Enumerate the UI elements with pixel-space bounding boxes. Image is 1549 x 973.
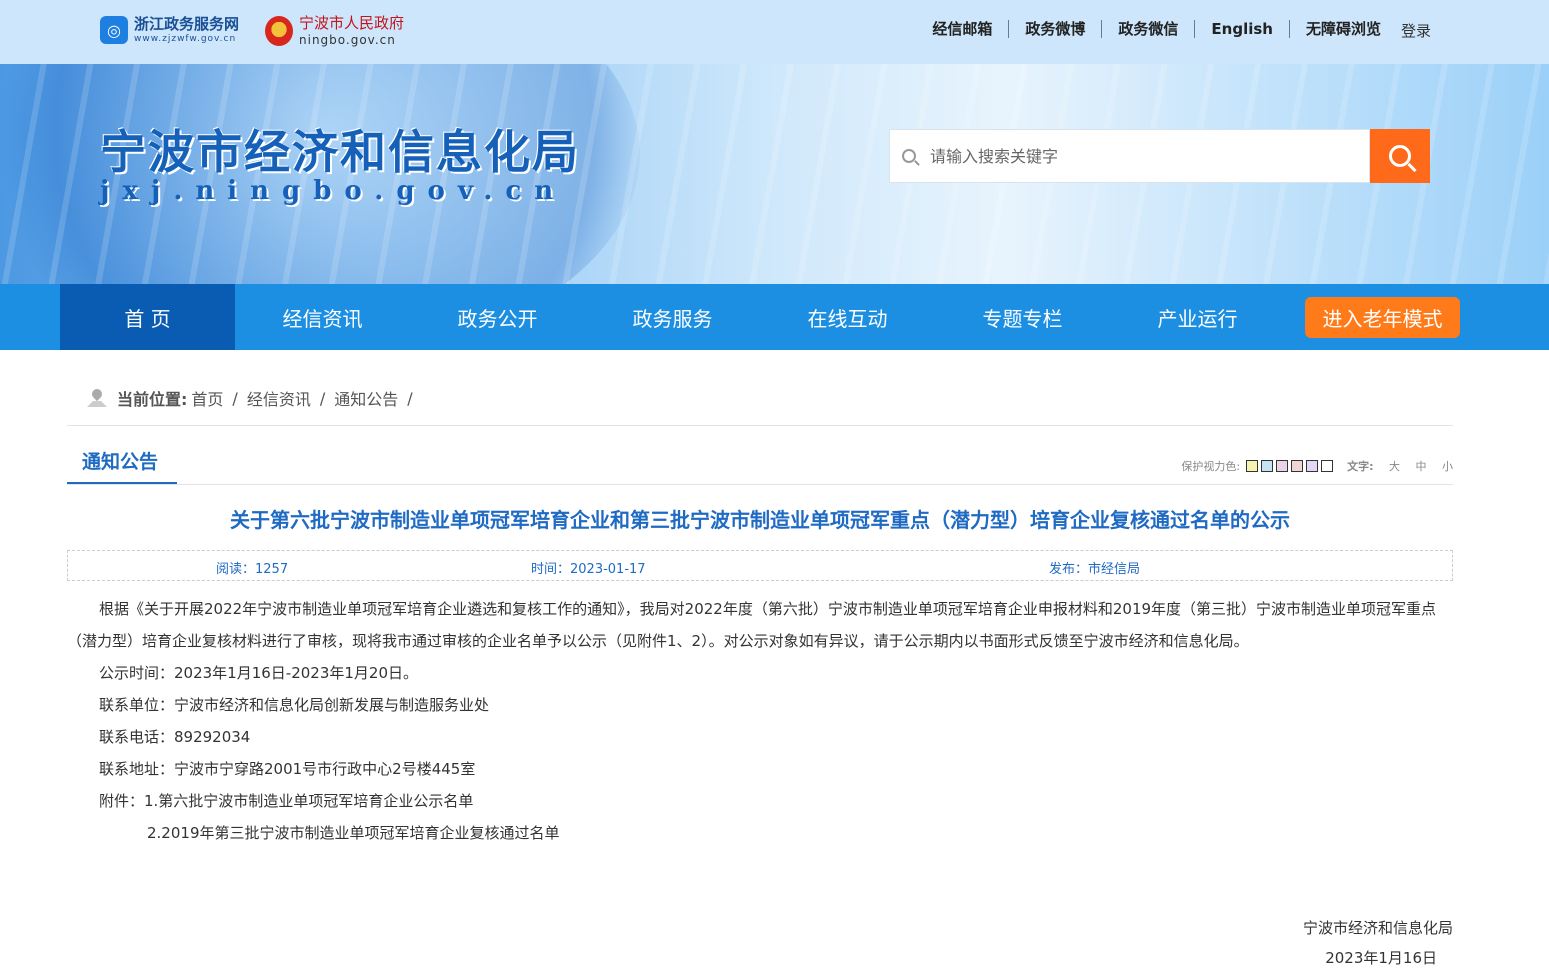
search-button[interactable] [1370, 129, 1430, 183]
nav-topics[interactable]: 专题专栏 [935, 284, 1110, 350]
font-size-large[interactable]: 大 [1389, 460, 1400, 473]
ningbo-gov-logo-url: ningbo.gov.cn [299, 33, 396, 47]
publish-time: 时间：2023-01-17 [531, 562, 646, 577]
site-url: jxj.ningbo.gov.cn [100, 176, 567, 206]
breadcrumb-notices[interactable]: 通知公告 [334, 386, 398, 410]
elder-mode-button[interactable]: 进入老年模式 [1305, 297, 1460, 338]
divider [67, 425, 1453, 426]
ningbo-gov-logo-title: 宁波市人民政府 [299, 14, 405, 32]
contact-address: 联系地址：宁波市宁穿路2001号市行政中心2号楼445室 [99, 760, 476, 778]
nav-gov-affairs[interactable]: 政务公开 [410, 284, 585, 350]
location-icon [87, 389, 107, 407]
attachment-2[interactable]: 2.2019年第三批宁波市制造业单项冠军培育企业复核通过名单 [67, 817, 1453, 849]
eye-color-swatch[interactable] [1306, 460, 1319, 472]
nav-interaction[interactable]: 在线互动 [760, 284, 935, 350]
eye-color-swatch[interactable] [1246, 460, 1259, 472]
breadcrumb-home[interactable]: 首页 [191, 386, 223, 410]
notice-period: 公示时间：2023年1月16日-2023年1月20日。 [99, 664, 419, 682]
eye-color-swatch[interactable] [1321, 460, 1334, 472]
search-icon [902, 149, 916, 163]
font-size-label: 文字: [1347, 460, 1374, 473]
national-emblem-icon [265, 16, 293, 46]
article-paragraph: 根据《关于开展2022年宁波市制造业单项冠军培育企业遴选和复核工作的通知》，我局… [67, 600, 1437, 650]
main-nav: 首 页 经信资讯 政务公开 政务服务 在线互动 专题专栏 产业运行 进入老年模式 [0, 284, 1549, 350]
top-bar: ◎ 浙江政务服务网 www.zjzwfw.gov.cn 宁波市人民政府 ning… [0, 0, 1549, 64]
article-signature: 宁波市经济和信息化局 2023年1月16日 [1303, 913, 1453, 973]
eye-color-swatch[interactable] [1291, 460, 1304, 472]
eye-protect-label: 保护视力色: [1181, 460, 1241, 473]
top-link-weibo[interactable]: 政务微博 [1009, 20, 1103, 38]
divider [67, 484, 1453, 485]
reading-tools: 保护视力色: 文字: 大 中 小 [1181, 458, 1453, 474]
search-input[interactable] [930, 146, 1330, 166]
article-meta: 阅读：1257 时间：2023-01-17 发布：市经信局 [67, 550, 1453, 581]
site-title[interactable]: 宁波市经济和信息化局 [100, 116, 580, 182]
breadcrumb-separator: / [407, 388, 413, 408]
signature-org: 宁波市经济和信息化局 [1302, 919, 1453, 937]
read-count: 阅读：1257 [216, 562, 289, 577]
eye-color-swatch[interactable] [1261, 460, 1274, 472]
publisher: 发布：市经信局 [1049, 562, 1141, 577]
nav-industry[interactable]: 产业运行 [1110, 284, 1285, 350]
zjzwfw-logo[interactable]: ◎ 浙江政务服务网 www.zjzwfw.gov.cn [100, 16, 239, 44]
breadcrumb-separator: / [319, 388, 326, 408]
zjzwfw-logo-title: 浙江政务服务网 [134, 14, 240, 33]
breadcrumb-separator: / [232, 388, 238, 408]
contact-phone: 联系电话：89292034 [99, 728, 251, 746]
nav-news[interactable]: 经信资讯 [235, 284, 410, 350]
breadcrumb-news[interactable]: 经信资讯 [247, 386, 311, 410]
font-size-medium[interactable]: 中 [1416, 460, 1427, 473]
search-button-icon [1389, 145, 1411, 167]
search-bar [889, 129, 1430, 183]
article-body: 根据《关于开展2022年宁波市制造业单项冠军培育企业遴选和复核工作的通知》，我局… [67, 593, 1453, 849]
login-link[interactable]: 登录 [1401, 20, 1431, 41]
article-title: 关于第六批宁波市制造业单项冠军培育企业和第三批宁波市制造业单项冠军重点（潜力型）… [230, 508, 1290, 532]
signature-date: 2023年1月16日 [1325, 949, 1437, 967]
contact-unit: 联系单位：宁波市经济和信息化局创新发展与制造服务业处 [99, 696, 490, 714]
section-tab-notices[interactable]: 通知公告 [67, 447, 177, 485]
breadcrumb: 当前位置: 首页 / 经信资讯 / 通知公告 / [87, 386, 422, 410]
top-link-accessibility[interactable]: 无障碍浏览 [1290, 20, 1381, 38]
header-banner: 宁波市经济和信息化局 jxj.ningbo.gov.cn [0, 64, 1549, 284]
breadcrumb-label: 当前位置: [117, 390, 188, 409]
top-link-english[interactable]: English [1195, 20, 1290, 38]
top-link-wechat[interactable]: 政务微信 [1102, 20, 1196, 38]
nav-gov-services[interactable]: 政务服务 [585, 284, 760, 350]
zjzwfw-icon: ◎ [100, 16, 128, 44]
top-links: 经信邮箱 政务微博 政务微信 English 无障碍浏览 [916, 20, 1381, 38]
font-size-control: 文字: 大 中 小 [1347, 458, 1453, 474]
attachment-1[interactable]: 附件：1.第六批宁波市制造业单项冠军培育企业公示名单 [67, 785, 1453, 817]
zjzwfw-logo-url: www.zjzwfw.gov.cn [134, 33, 237, 44]
ningbo-gov-logo[interactable]: 宁波市人民政府 ningbo.gov.cn [265, 16, 404, 46]
font-size-small[interactable]: 小 [1442, 460, 1453, 473]
nav-home[interactable]: 首 页 [60, 284, 235, 350]
eye-color-swatch[interactable] [1276, 460, 1289, 472]
top-link-email[interactable]: 经信邮箱 [916, 20, 1010, 38]
search-box [889, 129, 1370, 183]
